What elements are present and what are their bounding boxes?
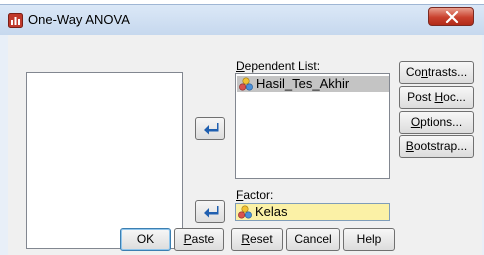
reset-button[interactable]: Reset [231, 228, 283, 251]
factor-value: Kelas [236, 204, 288, 220]
dependent-label-text: ependent List: [244, 59, 321, 73]
move-left-arrow-icon [204, 206, 219, 218]
factor-value-text: Kelas [255, 204, 288, 219]
one-way-anova-dialog: One-Way ANOVA Dependent List: Hasil_Tes_… [0, 4, 484, 255]
contrasts-button[interactable]: Contrasts... [399, 61, 474, 84]
cancel-button[interactable]: Cancel [286, 228, 340, 251]
move-left-arrow-icon [204, 123, 219, 135]
nominal-variable-icon [238, 205, 252, 219]
factor-label: Factor: [236, 188, 273, 202]
app-icon [8, 13, 23, 28]
post-hoc-button[interactable]: Post Hoc... [399, 86, 474, 109]
title-bar: One-Way ANOVA [0, 5, 484, 35]
close-icon [445, 11, 459, 23]
bootstrap-button[interactable]: Bootstrap... [399, 135, 474, 158]
paste-button[interactable]: Paste [174, 228, 224, 251]
source-variable-list[interactable] [26, 72, 183, 249]
factor-label-text: actor: [243, 188, 274, 202]
ok-button[interactable]: OK [120, 228, 171, 251]
move-to-dependent-button[interactable] [195, 117, 225, 140]
window-title: One-Way ANOVA [28, 12, 130, 27]
dependent-list[interactable]: Hasil_Tes_Akhir [235, 73, 390, 179]
dependent-mnemonic: D [236, 59, 245, 73]
move-to-factor-button[interactable] [195, 200, 225, 223]
help-button[interactable]: Help [343, 228, 395, 251]
dialog-body: Dependent List: Hasil_Tes_Akhir Factor: [8, 35, 482, 255]
dependent-list-label: Dependent List: [236, 59, 320, 73]
scale-variable-icon [239, 77, 253, 91]
options-button[interactable]: Options... [399, 111, 474, 134]
factor-field[interactable]: Kelas [235, 203, 390, 221]
close-button[interactable] [428, 7, 474, 26]
list-item[interactable]: Hasil_Tes_Akhir [237, 76, 389, 92]
dependent-item-label: Hasil_Tes_Akhir [256, 76, 350, 91]
